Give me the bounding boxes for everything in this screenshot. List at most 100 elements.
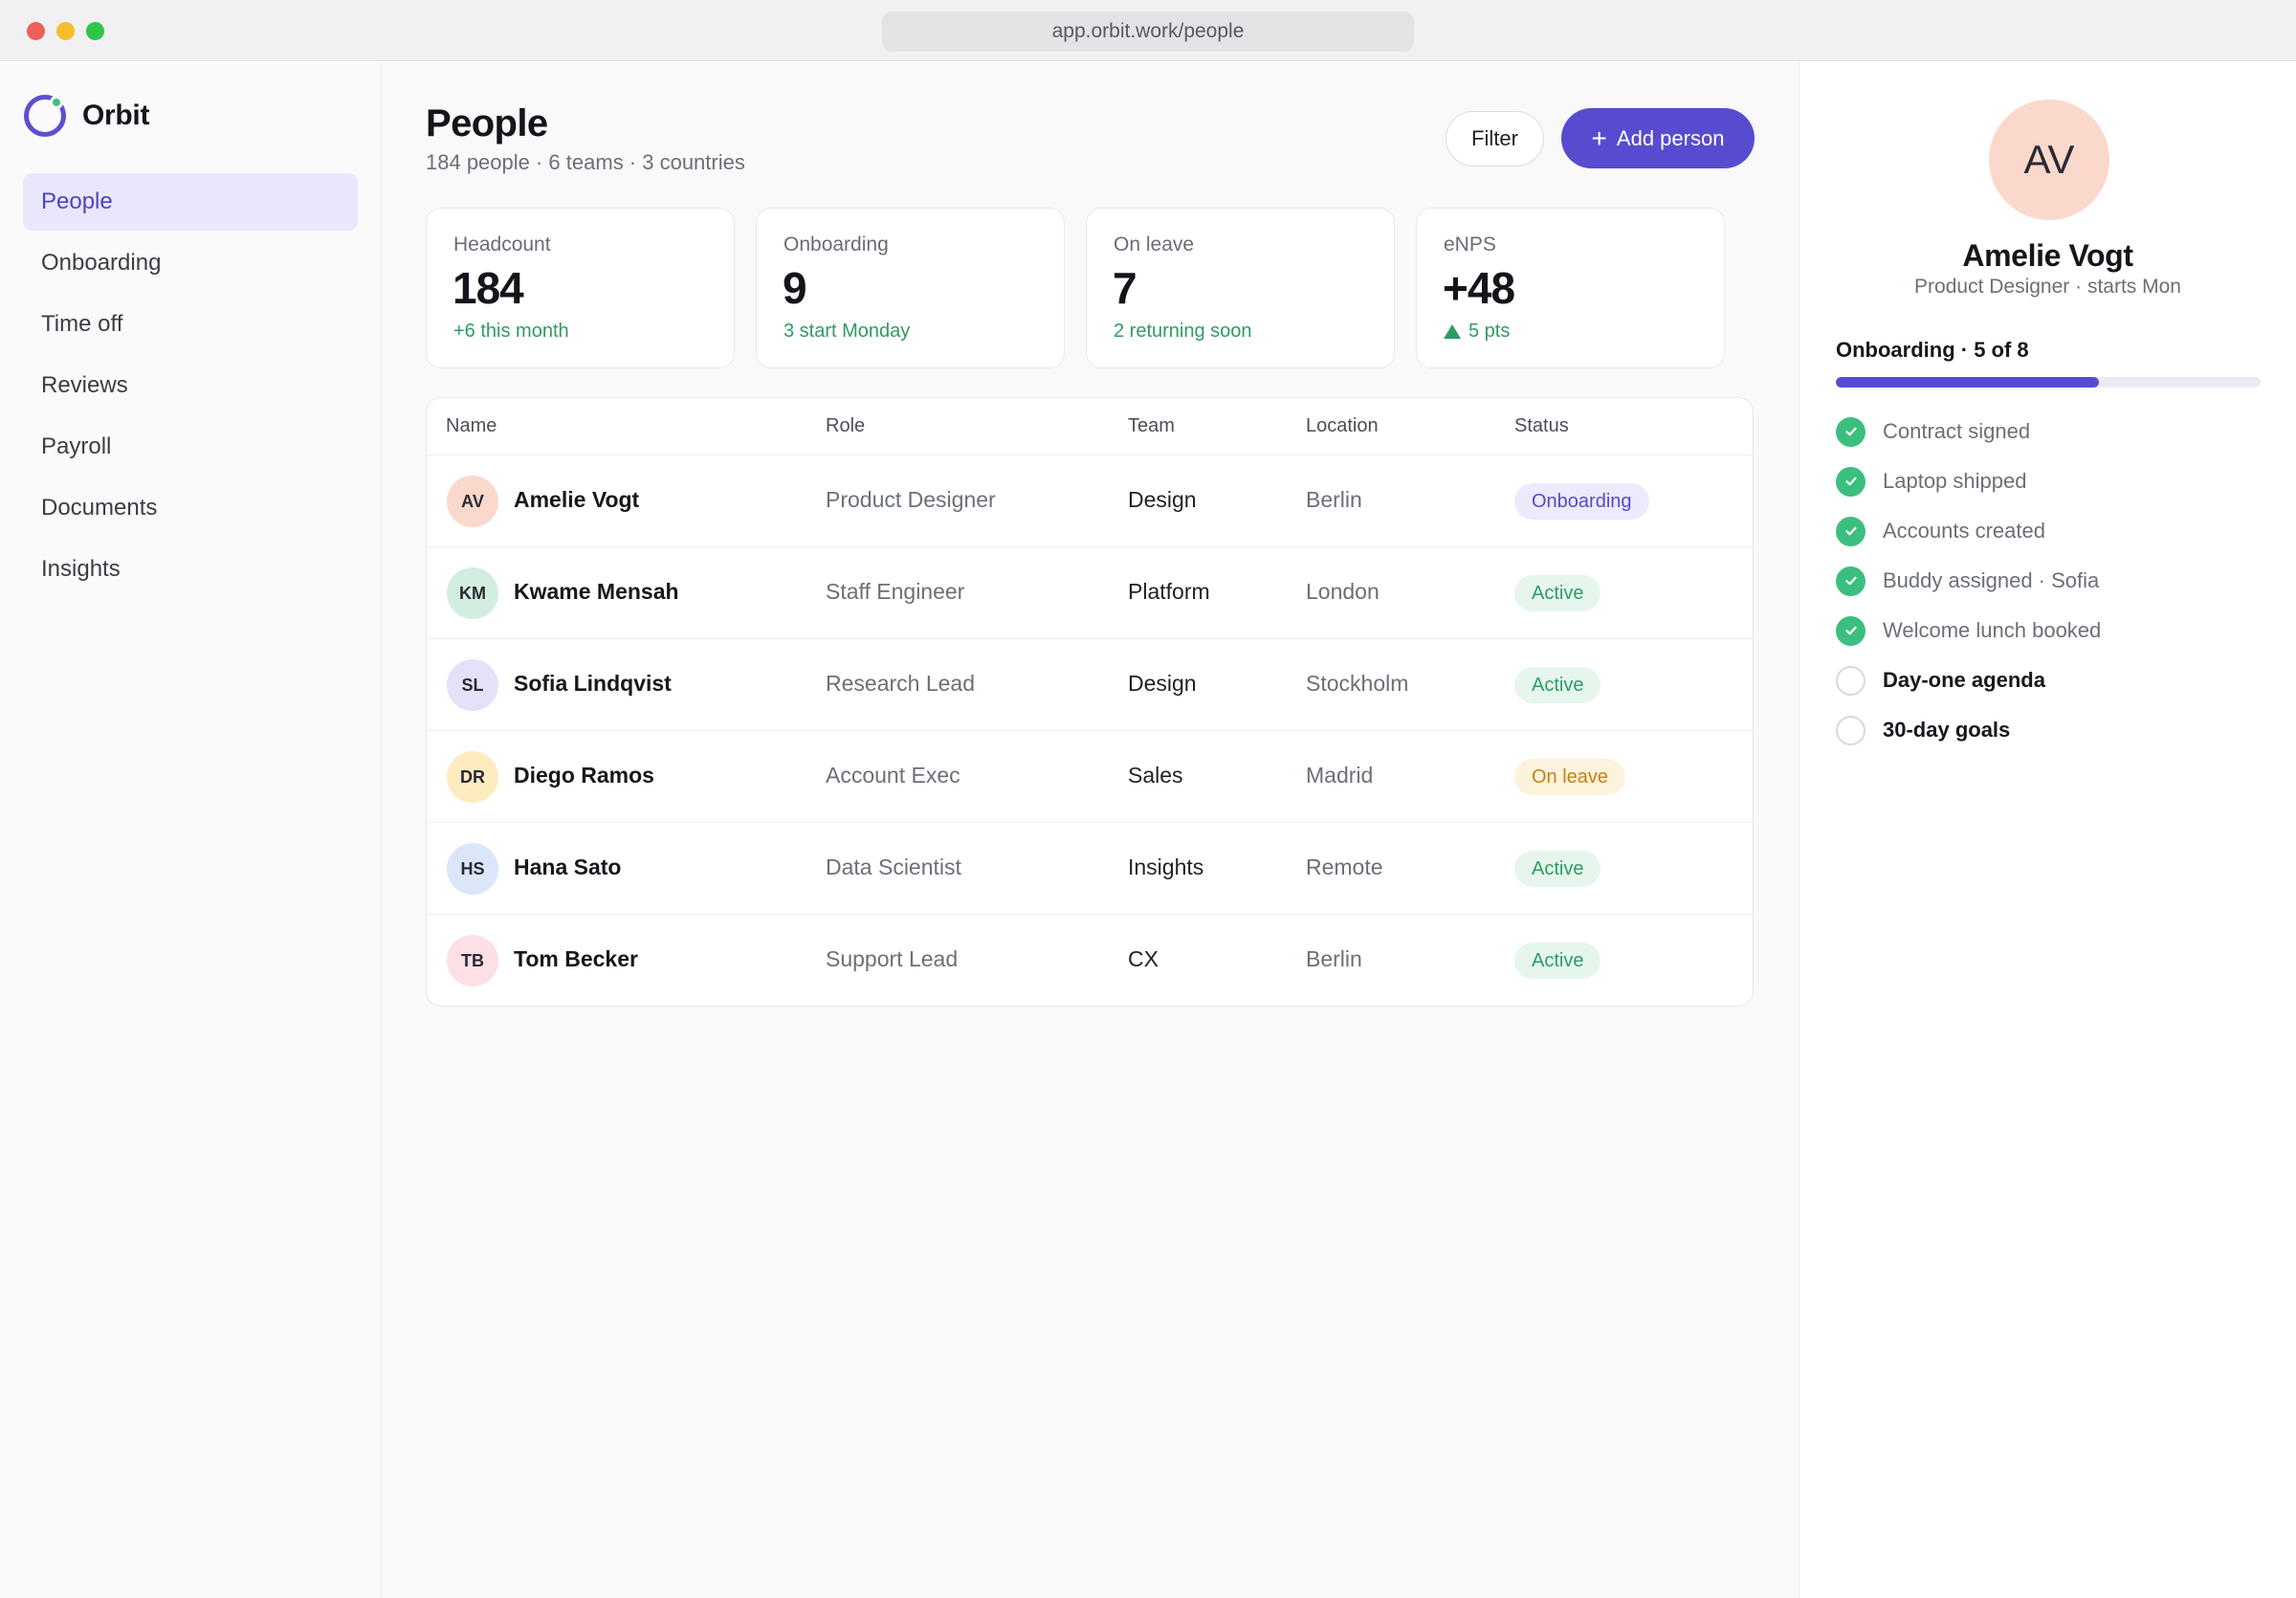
sidebar-item-onboarding[interactable]: Onboarding <box>23 234 358 292</box>
status-badge: On leave <box>1514 759 1626 795</box>
column-header-team[interactable]: Team <box>1128 415 1175 437</box>
checklist-item[interactable]: 30-day goals <box>1836 705 2276 755</box>
status-badge: Active <box>1514 943 1601 979</box>
checklist-item[interactable]: Accounts created <box>1836 506 2276 556</box>
table-row[interactable]: AV Amelie Vogt Product Designer Design Berli… <box>427 455 1753 547</box>
stat-note-text: 3 start Monday <box>784 321 911 342</box>
stat-note-text: 2 returning soon <box>1114 321 1252 342</box>
sidebar-item-reviews[interactable]: Reviews <box>23 357 358 414</box>
sidebar-item-people[interactable]: People <box>23 173 358 231</box>
person-name[interactable]: Amelie Vogt <box>514 487 639 513</box>
stat-card-on-leave[interactable]: On leave 7 2 returning soon <box>1086 208 1395 368</box>
stat-note: 2 returning soon <box>1114 321 1252 343</box>
stat-note: 3 start Monday <box>784 321 910 343</box>
column-header-location[interactable]: Location <box>1306 415 1379 437</box>
orbit-logo-icon <box>23 94 67 138</box>
empty-circle-icon[interactable] <box>1836 715 1866 745</box>
close-window-button[interactable] <box>27 22 45 40</box>
person-team: CX <box>1128 946 1159 971</box>
table-row[interactable]: HS Hana Sato Data Scientist Insights Remote A… <box>427 823 1753 915</box>
avatar: DR <box>447 751 498 803</box>
person-name[interactable]: Sofia Lindqvist <box>514 671 672 697</box>
person-location: Berlin <box>1306 487 1362 512</box>
app-logo[interactable]: Orbit <box>23 94 149 138</box>
person-location: Berlin <box>1306 946 1362 971</box>
plus-icon: + <box>1591 122 1607 153</box>
avatar: TB <box>447 935 498 987</box>
avatar: SL <box>447 659 498 711</box>
checkmark-icon[interactable] <box>1836 566 1866 596</box>
avatar: AV <box>1989 100 2109 220</box>
sidebar-item-payroll[interactable]: Payroll <box>23 418 358 476</box>
person-location: Stockholm <box>1306 671 1409 696</box>
person-team: Sales <box>1128 763 1183 788</box>
person-team: Design <box>1128 671 1197 696</box>
window-titlebar: app.orbit.work/people <box>0 0 2296 61</box>
person-team: Insights <box>1128 854 1204 879</box>
person-location: Remote <box>1306 854 1383 879</box>
checklist-item[interactable]: Welcome lunch booked <box>1836 606 2276 655</box>
person-role: Research Lead <box>826 671 975 696</box>
sidebar-item-documents[interactable]: Documents <box>23 479 358 537</box>
checklist-item[interactable]: Buddy assigned · Sofia <box>1836 556 2276 606</box>
stat-value: +48 <box>1443 263 1515 313</box>
person-name[interactable]: Tom Becker <box>514 946 638 972</box>
person-name[interactable]: Diego Ramos <box>514 763 654 788</box>
table-row[interactable]: KM Kwame Mensah Staff Engineer Platform Lond… <box>427 547 1753 639</box>
stat-card-enps[interactable]: eNPS +48 5 pts <box>1416 208 1725 368</box>
person-role: Staff Engineer <box>826 579 965 604</box>
onboarding-progress-bar <box>1836 377 2261 388</box>
checkmark-icon[interactable] <box>1836 416 1866 447</box>
checklist-label: Buddy assigned · Sofia <box>1883 568 2100 592</box>
page-subtitle: 184 people · 6 teams · 3 countries <box>426 150 745 174</box>
checklist-item[interactable]: Contract signed <box>1836 407 2276 456</box>
person-detail-panel: AV Amelie Vogt Product Designer · starts… <box>1799 62 2296 1598</box>
checklist-label: Welcome lunch booked <box>1883 618 2102 642</box>
checkmark-icon[interactable] <box>1836 466 1866 497</box>
checklist-item[interactable]: Day-one agenda <box>1836 655 2276 705</box>
person-name: Amelie Vogt <box>1962 238 2133 273</box>
checklist-label: Day-one agenda <box>1883 668 2045 692</box>
stat-label: eNPS <box>1444 233 1496 255</box>
people-table: Name Role Team Location Status AV Amelie … <box>426 397 1754 1007</box>
person-name[interactable]: Kwame Mensah <box>514 579 679 605</box>
avatar: KM <box>447 567 498 619</box>
status-badge: Active <box>1514 667 1601 703</box>
column-header-role[interactable]: Role <box>826 415 865 437</box>
table-row[interactable]: SL Sofia Lindqvist Research Lead Design Stoc… <box>427 639 1753 731</box>
stat-label: Onboarding <box>784 233 889 255</box>
stat-note: +6 this month <box>453 321 569 343</box>
add-person-button[interactable]: + Add person <box>1561 108 1755 168</box>
filter-button[interactable]: Filter <box>1446 111 1544 166</box>
table-row[interactable]: DR Diego Ramos Account Exec Sales Madrid On l… <box>427 731 1753 823</box>
stat-value: 9 <box>783 263 807 313</box>
empty-circle-icon[interactable] <box>1836 665 1866 696</box>
status-badge: Active <box>1514 851 1601 887</box>
onboarding-progress-title: Onboarding · 5 of 8 <box>1836 338 2029 362</box>
table-row[interactable]: TB Tom Becker Support Lead CX Berlin Active <box>427 915 1753 1006</box>
page-title: People <box>426 102 548 144</box>
stat-card-onboarding[interactable]: Onboarding 9 3 start Monday <box>756 208 1065 368</box>
status-badge: Active <box>1514 575 1601 611</box>
checkmark-icon[interactable] <box>1836 516 1866 546</box>
person-name[interactable]: Hana Sato <box>514 854 621 880</box>
triangle-up-icon <box>1444 324 1461 339</box>
avatar: HS <box>447 843 498 895</box>
table-header: Name Role Team Location Status <box>427 398 1753 455</box>
zoom-window-button[interactable] <box>86 22 104 40</box>
address-bar[interactable]: app.orbit.work/people <box>882 11 1414 52</box>
minimize-window-button[interactable] <box>56 22 75 40</box>
checkmark-icon[interactable] <box>1836 615 1866 646</box>
stat-note: 5 pts <box>1444 321 1510 343</box>
checklist-item[interactable]: Laptop shipped <box>1836 456 2276 506</box>
stat-card-headcount[interactable]: Headcount 184 +6 this month <box>426 208 735 368</box>
stat-value: 7 <box>1113 263 1137 313</box>
stat-note-text: 5 pts <box>1468 321 1511 342</box>
column-header-status[interactable]: Status <box>1514 415 1569 437</box>
checklist-label: Accounts created <box>1883 519 2045 543</box>
sidebar-nav: People Onboarding Time off Reviews Payroll Do… <box>23 173 358 602</box>
column-header-name[interactable]: Name <box>446 415 497 437</box>
stat-label: On leave <box>1114 233 1195 255</box>
sidebar-item-insights[interactable]: Insights <box>23 541 358 598</box>
sidebar-item-time-off[interactable]: Time off <box>23 296 358 353</box>
